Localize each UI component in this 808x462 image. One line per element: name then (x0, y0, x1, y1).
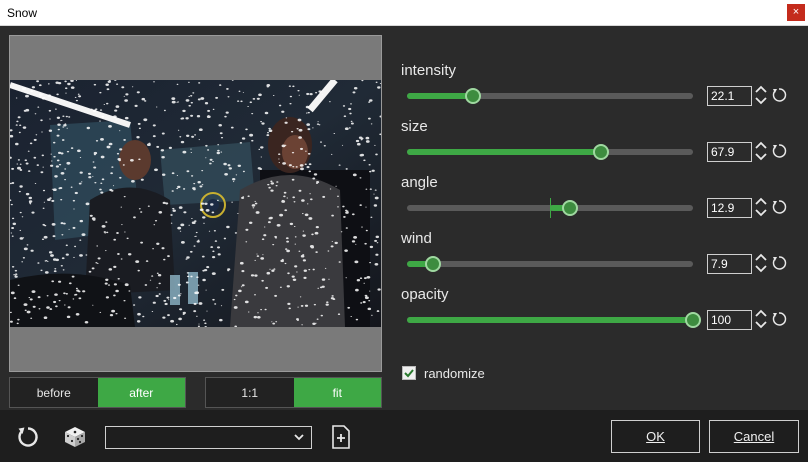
zoom-fit-button[interactable]: fit (293, 378, 381, 407)
randomize-label: randomize (424, 365, 485, 381)
reset-all-icon[interactable] (16, 425, 40, 454)
ok-button[interactable]: OK (611, 420, 700, 453)
randomize-checkbox[interactable]: randomize (402, 364, 485, 382)
zoom-toggle: 1:1 fit (205, 377, 382, 408)
cancel-button[interactable]: Cancel (709, 420, 799, 453)
size-slider[interactable] (407, 144, 693, 160)
param-wind: wind 7.9 (401, 230, 796, 286)
spinner-arrows-icon[interactable] (754, 140, 768, 162)
param-opacity: opacity 100 (401, 286, 796, 342)
slider-thumb[interactable] (593, 144, 610, 160)
new-preset-icon[interactable] (331, 425, 351, 454)
param-size: size 67.9 (401, 118, 796, 174)
before-button[interactable]: before (10, 378, 98, 407)
spinner-arrows-icon[interactable] (754, 308, 768, 330)
param-label: opacity (401, 286, 449, 303)
dialog-body: before after 1:1 fit intensity 22.1 size 67… (0, 26, 808, 410)
opacity-value-input[interactable]: 100 (707, 310, 752, 330)
preset-dropdown[interactable] (105, 426, 312, 449)
wind-value-input[interactable]: 7.9 (707, 254, 752, 274)
compare-toggle: before after (9, 377, 186, 408)
opacity-slider[interactable] (407, 312, 701, 328)
slider-fill (407, 317, 693, 323)
title-bar: Snow × (0, 0, 808, 26)
dice-icon[interactable] (63, 425, 87, 454)
preview-area[interactable] (9, 35, 382, 372)
reset-icon[interactable] (771, 199, 787, 215)
zoom-1-1-button[interactable]: 1:1 (206, 378, 294, 407)
angle-slider[interactable] (407, 198, 693, 218)
slider-thumb[interactable] (562, 200, 579, 216)
angle-value-input[interactable]: 12.9 (707, 198, 752, 218)
reset-icon[interactable] (771, 87, 787, 103)
param-label: intensity (401, 62, 457, 79)
window-title: Snow (7, 6, 38, 20)
footer-bar: OK Cancel (0, 410, 808, 462)
spinner-arrows-icon[interactable] (754, 252, 768, 274)
param-label: size (401, 118, 428, 135)
chevron-down-icon (294, 434, 304, 441)
slider-thumb[interactable] (464, 88, 481, 104)
checkbox-box[interactable] (402, 366, 416, 380)
preview-image (10, 80, 381, 327)
param-angle: angle 12.9 (401, 174, 796, 230)
check-icon (404, 369, 414, 378)
slider-fill (407, 149, 602, 155)
slider-thumb[interactable] (424, 256, 441, 272)
slider-fill (407, 93, 473, 99)
reset-icon[interactable] (771, 311, 787, 327)
size-value-input[interactable]: 67.9 (707, 142, 752, 162)
wind-slider[interactable] (407, 256, 693, 272)
slider-thumb[interactable] (685, 312, 701, 328)
intensity-slider[interactable] (407, 88, 693, 104)
spinner-arrows-icon[interactable] (754, 196, 768, 218)
intensity-value-input[interactable]: 22.1 (707, 86, 752, 106)
reset-icon[interactable] (771, 255, 787, 271)
center-tick (550, 198, 551, 218)
param-intensity: intensity 22.1 (401, 62, 796, 118)
after-button[interactable]: after (97, 378, 185, 407)
param-label: wind (401, 230, 432, 247)
reset-icon[interactable] (771, 143, 787, 159)
close-button[interactable]: × (787, 4, 805, 21)
param-label: angle (401, 174, 438, 191)
spinner-arrows-icon[interactable] (754, 84, 768, 106)
